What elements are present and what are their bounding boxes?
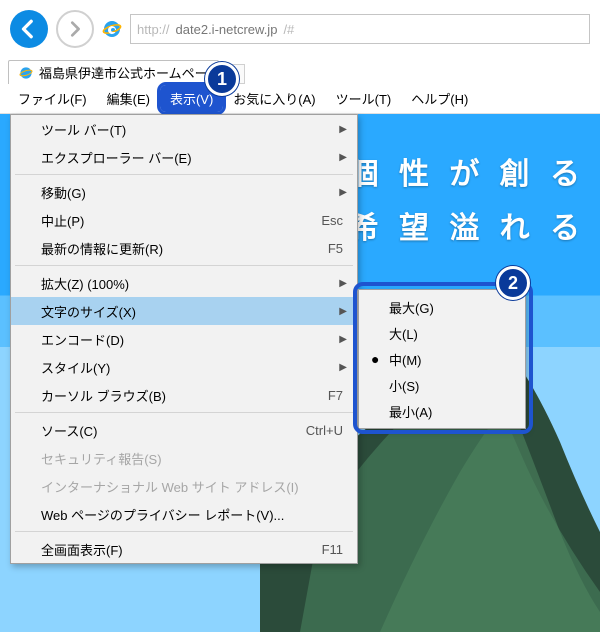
text-size-smaller[interactable]: 小(S)	[359, 372, 525, 398]
menu-idn-address: インターナショナル Web サイト アドレス(I)	[11, 472, 357, 500]
menu-separator	[15, 174, 353, 175]
menu-style[interactable]: スタイル(Y)▶	[11, 353, 357, 381]
text-size-largest[interactable]: 最大(G)	[359, 294, 525, 320]
shortcut-label: Esc	[321, 213, 343, 228]
submenu-arrow-icon: ▶	[339, 334, 347, 345]
submenu-arrow-icon: ▶	[339, 306, 347, 317]
menu-encoding[interactable]: エンコード(D)▶	[11, 325, 357, 353]
menu-source[interactable]: ソース(C)Ctrl+U	[11, 416, 357, 444]
address-bar[interactable]: http:// date2.i-netcrew.jp /#	[130, 14, 590, 44]
menu-favorites[interactable]: お気に入り(A)	[223, 85, 325, 112]
annotation-badge-1: 1	[205, 62, 239, 96]
shortcut-label: F5	[328, 241, 343, 256]
menu-separator	[15, 531, 353, 532]
menu-security-report: セキュリティ報告(S)	[11, 444, 357, 472]
menu-bar: ファイル(F) 編集(E) 表示(V) お気に入り(A) ツール(T) ヘルプ(…	[0, 84, 600, 114]
menu-toolbars[interactable]: ツール バー(T)▶	[11, 115, 357, 143]
menu-fullscreen[interactable]: 全画面表示(F)F11	[11, 535, 357, 563]
hero-headline: 個 性 が 創 る 希 望 溢 れ る	[349, 148, 586, 256]
text-size-submenu: 最大(G) 大(L) ●中(M) 小(S) 最小(A)	[358, 289, 526, 429]
menu-file[interactable]: ファイル(F)	[8, 85, 97, 112]
menu-text-size[interactable]: 文字のサイズ(X)▶	[11, 297, 357, 325]
shortcut-label: F7	[328, 388, 343, 403]
text-size-medium[interactable]: ●中(M)	[359, 346, 525, 372]
view-dropdown: ツール バー(T)▶ エクスプローラー バー(E)▶ 移動(G)▶ 中止(P)E…	[10, 114, 358, 564]
menu-zoom[interactable]: 拡大(Z) (100%)▶	[11, 269, 357, 297]
submenu-arrow-icon: ▶	[339, 187, 347, 198]
text-size-larger[interactable]: 大(L)	[359, 320, 525, 346]
forward-button[interactable]	[56, 10, 94, 48]
menu-privacy-report[interactable]: Web ページのプライバシー レポート(V)...	[11, 500, 357, 528]
submenu-arrow-icon: ▶	[339, 152, 347, 163]
menu-help[interactable]: ヘルプ(H)	[401, 85, 478, 112]
submenu-arrow-icon: ▶	[339, 362, 347, 373]
menu-tools[interactable]: ツール(T)	[326, 85, 402, 112]
menu-caret-browse[interactable]: カーソル ブラウズ(B)F7	[11, 381, 357, 409]
ie-logo-icon	[102, 19, 122, 39]
menu-refresh[interactable]: 最新の情報に更新(R)F5	[11, 234, 357, 262]
menu-edit[interactable]: 編集(E)	[97, 85, 160, 112]
submenu-arrow-icon: ▶	[339, 278, 347, 289]
shortcut-label: Ctrl+U	[306, 423, 343, 438]
annotation-badge-2: 2	[496, 266, 530, 300]
menu-explorer-bar[interactable]: エクスプローラー バー(E)▶	[11, 143, 357, 171]
menu-separator	[15, 265, 353, 266]
bullet-icon: ●	[371, 351, 379, 367]
shortcut-label: F11	[322, 542, 343, 557]
submenu-arrow-icon: ▶	[339, 124, 347, 135]
back-button[interactable]	[10, 10, 48, 48]
tab-title: 福島県伊達市公式ホームペー	[39, 63, 208, 82]
text-size-smallest[interactable]: 最小(A)	[359, 398, 525, 424]
menu-goto[interactable]: 移動(G)▶	[11, 178, 357, 206]
menu-separator	[15, 412, 353, 413]
tab-favicon-icon	[19, 66, 33, 80]
url-host: date2.i-netcrew.jp	[176, 22, 278, 37]
url-protocol: http://	[137, 22, 170, 37]
menu-stop[interactable]: 中止(P)Esc	[11, 206, 357, 234]
browser-tab[interactable]: 福島県伊達市公式ホームペー	[8, 60, 219, 84]
url-path: /#	[283, 22, 294, 37]
